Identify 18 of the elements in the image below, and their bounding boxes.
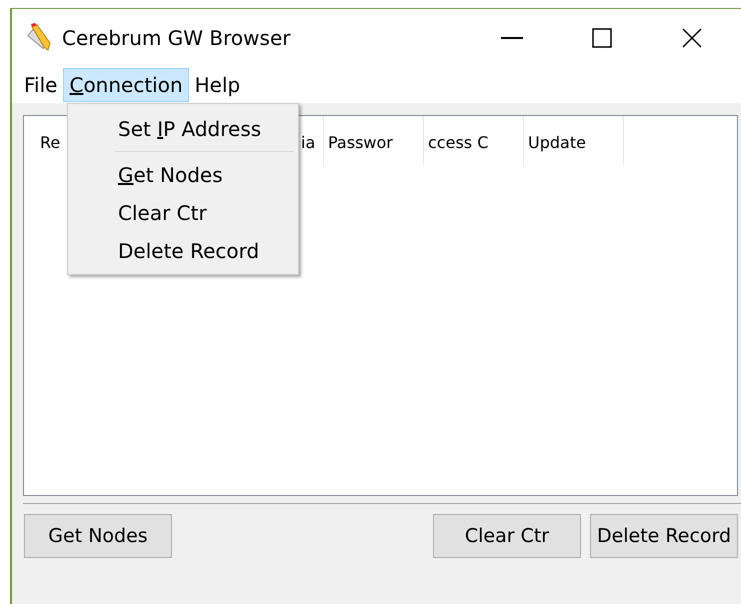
menu-item[interactable]: Connection: [63, 68, 189, 102]
push-button[interactable]: Get Nodes: [24, 514, 172, 558]
column-header[interactable]: ia: [300, 116, 324, 166]
push-button[interactable]: Delete Record: [590, 514, 738, 558]
window-title: Cerebrum GW Browser: [62, 24, 290, 52]
minimize-icon: [501, 36, 523, 38]
column-header[interactable]: ccess C: [424, 116, 524, 166]
maximize-icon: [592, 28, 612, 48]
menu-item[interactable]: Help: [188, 68, 246, 102]
close-icon: [682, 28, 702, 48]
menu-option[interactable]: Clear Ctr: [68, 194, 298, 232]
column-header[interactable]: Passwor: [324, 116, 424, 166]
column-header[interactable]: Update: [524, 116, 624, 166]
menu-option[interactable]: Delete Record: [68, 232, 298, 270]
push-button[interactable]: Clear Ctr: [433, 514, 581, 558]
menu-option[interactable]: Get Nodes: [68, 156, 298, 194]
menu-option[interactable]: Set IP Address: [68, 110, 298, 148]
menu-item[interactable]: File: [18, 68, 64, 102]
